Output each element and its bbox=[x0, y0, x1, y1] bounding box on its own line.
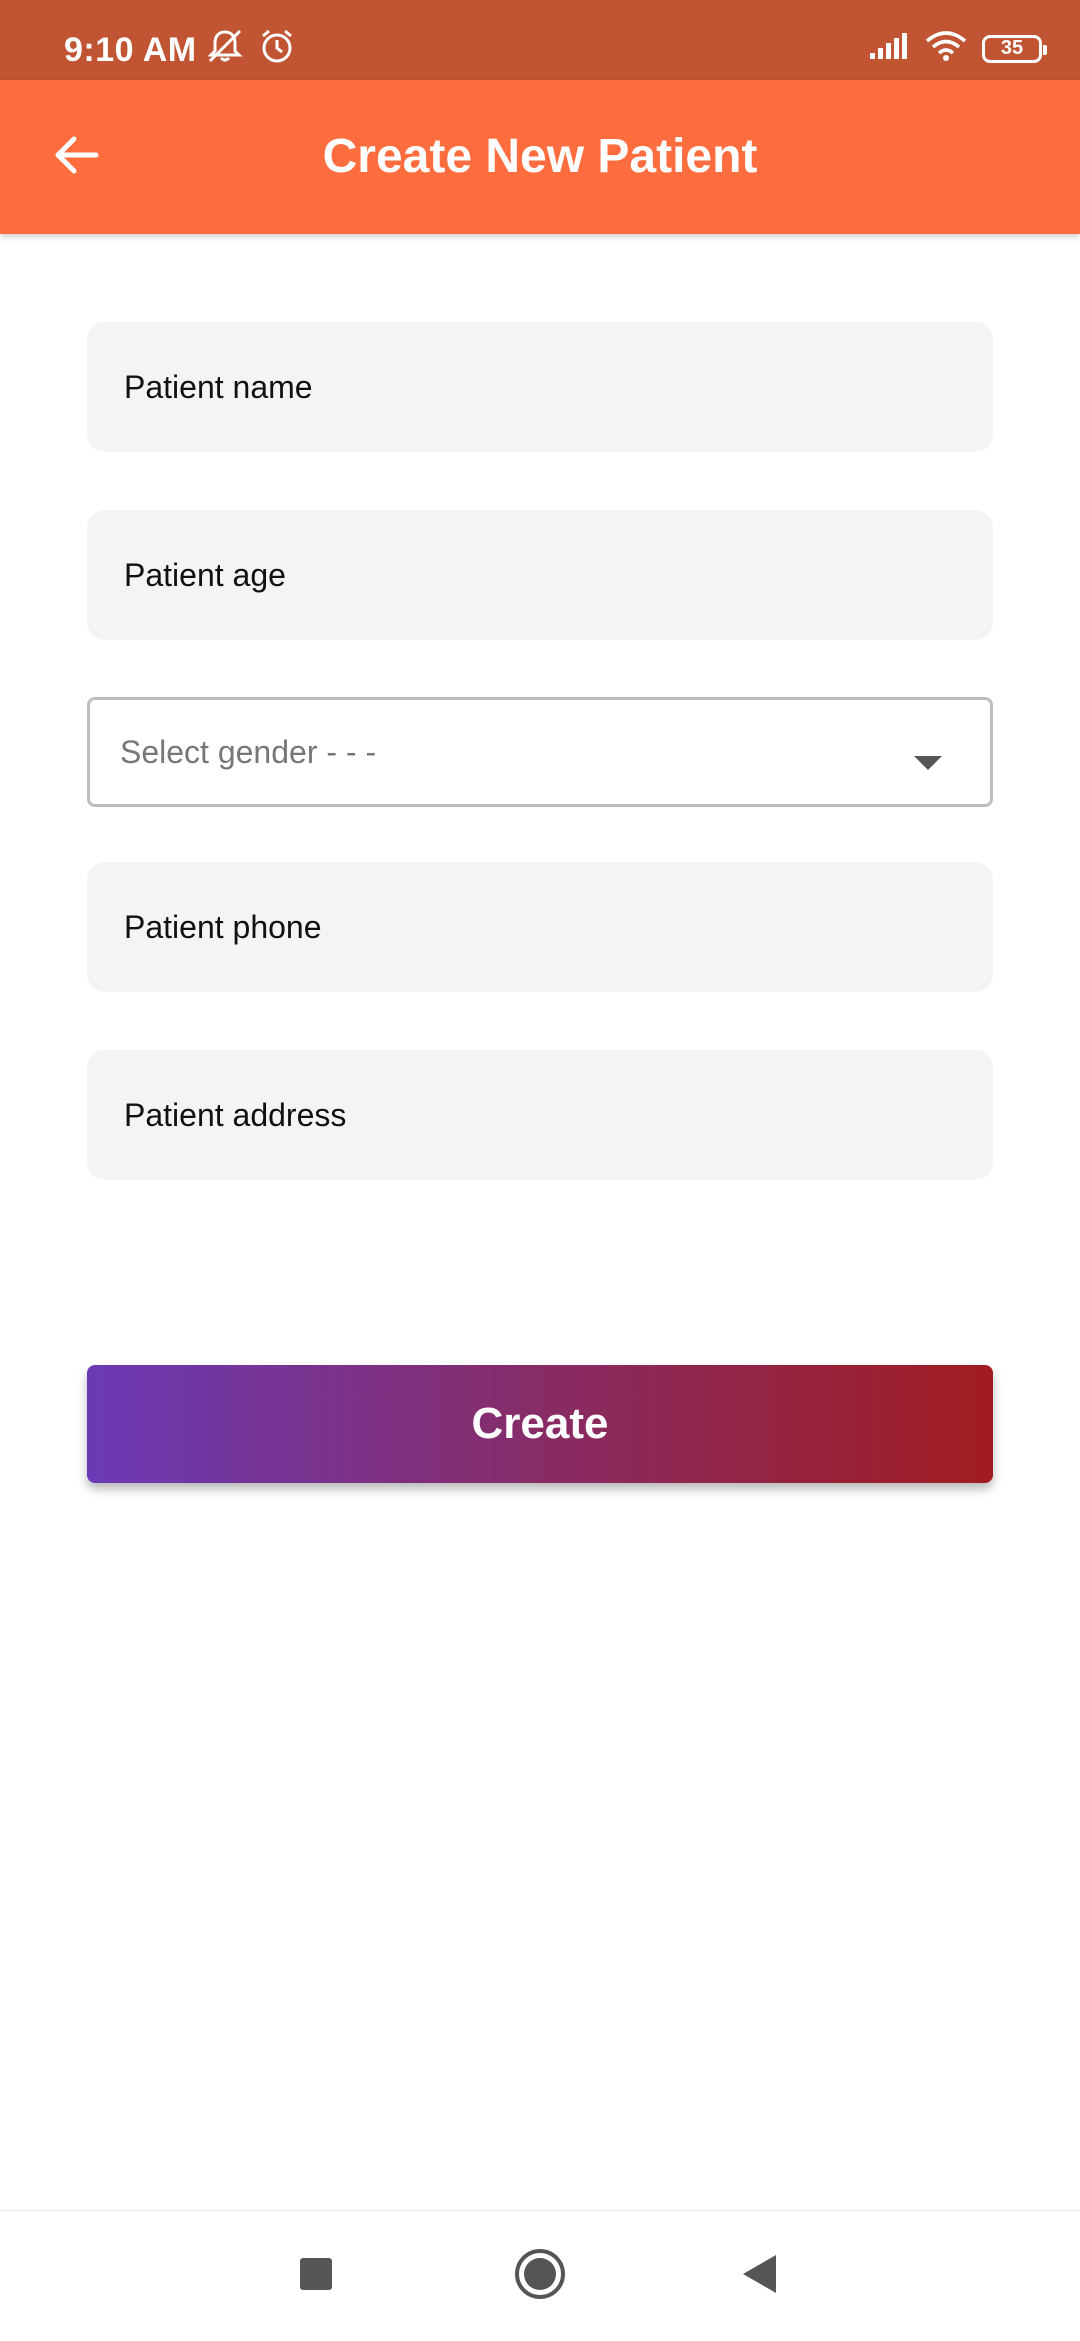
battery-level: 35 bbox=[1000, 37, 1024, 59]
gender-select[interactable]: Select gender - - - bbox=[87, 697, 993, 807]
patient-name-placeholder: Patient name bbox=[124, 368, 313, 405]
back-button[interactable] bbox=[44, 125, 108, 189]
system-back-button[interactable] bbox=[730, 2246, 790, 2306]
patient-age-field[interactable]: Patient age bbox=[87, 510, 993, 640]
home-button[interactable] bbox=[510, 2246, 570, 2306]
patient-phone-field[interactable]: Patient phone bbox=[87, 862, 993, 992]
patient-name-field[interactable]: Patient name bbox=[87, 322, 993, 452]
home-icon bbox=[513, 2247, 567, 2306]
back-icon bbox=[740, 2253, 780, 2300]
patient-phone-placeholder: Patient phone bbox=[124, 908, 322, 945]
alarm-icon bbox=[258, 28, 296, 69]
chevron-down-icon bbox=[914, 756, 942, 770]
signal-icon bbox=[868, 31, 910, 66]
status-bar: 9:10 AM 35 bbox=[0, 0, 1080, 80]
create-button[interactable]: Create bbox=[87, 1365, 993, 1483]
gender-placeholder: Select gender - - - bbox=[120, 733, 377, 770]
patient-address-placeholder: Patient address bbox=[124, 1096, 347, 1133]
patient-address-field[interactable]: Patient address bbox=[87, 1050, 993, 1180]
battery-icon: 35 bbox=[982, 34, 1047, 63]
patient-age-placeholder: Patient age bbox=[124, 556, 286, 593]
mute-icon bbox=[206, 28, 244, 69]
app-bar: Create New Patient bbox=[0, 80, 1080, 234]
recents-icon bbox=[299, 2257, 333, 2296]
system-nav-bar bbox=[0, 2210, 1080, 2341]
status-time: 9:10 AM bbox=[64, 31, 197, 69]
arrow-left-icon bbox=[52, 131, 100, 184]
page-title: Create New Patient bbox=[322, 130, 758, 183]
recents-button[interactable] bbox=[286, 2246, 346, 2306]
wifi-icon bbox=[924, 30, 968, 67]
